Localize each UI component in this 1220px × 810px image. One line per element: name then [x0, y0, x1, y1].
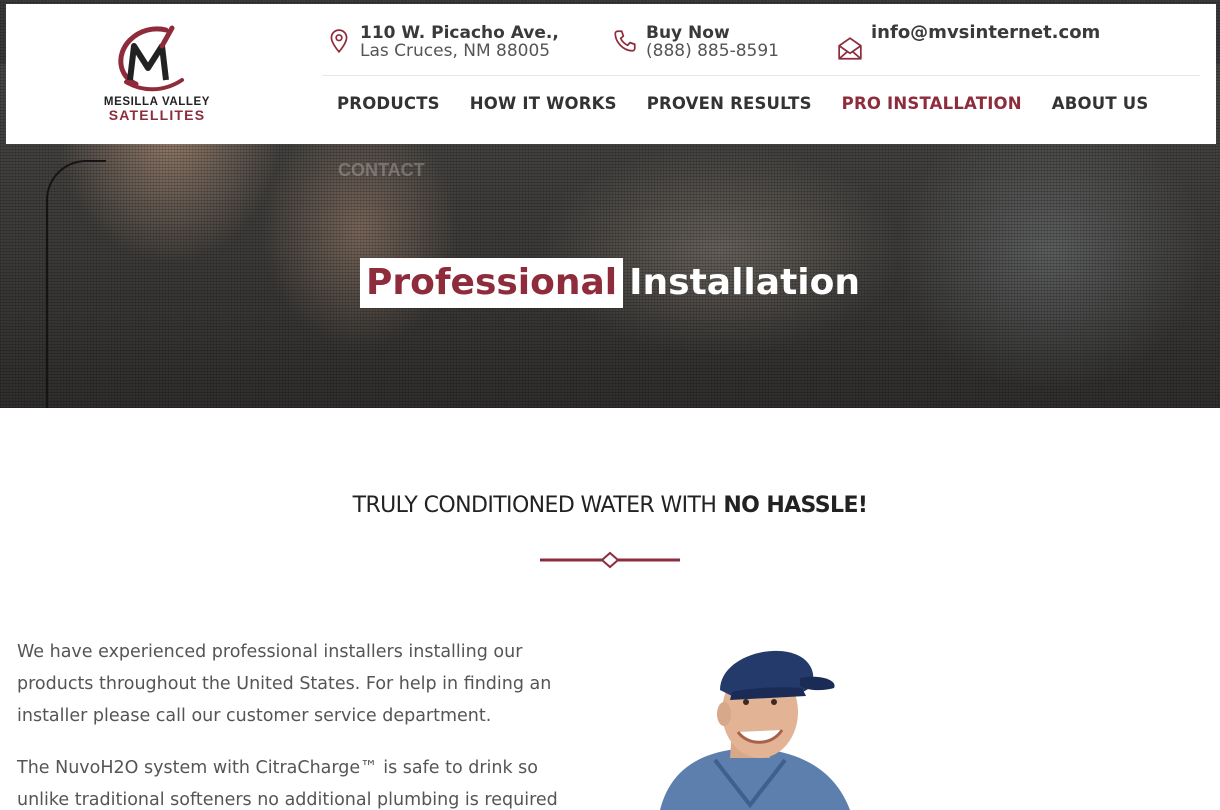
body-text: We have experienced professional install…	[17, 636, 587, 810]
contact-bar: 110 W. Picacho Ave., Las Cruces, NM 8800…	[322, 4, 1200, 76]
address-block[interactable]: 110 W. Picacho Ave., Las Cruces, NM 8800…	[326, 24, 559, 60]
diamond-icon	[600, 551, 620, 569]
map-pin-icon	[330, 29, 348, 54]
email-address[interactable]: info@mvsinternet.com	[871, 24, 1100, 42]
section-heading-bold: NO HASSLE!	[723, 493, 868, 518]
hero-title-rest: Installation	[629, 262, 860, 303]
logo-mark-icon: MESILLA VALLEY SATELLITES	[104, 25, 209, 123]
phone-block[interactable]: Buy Now (888) 885-8591	[612, 24, 779, 60]
nav-item-proven-results[interactable]: PROVEN RESULTS	[647, 94, 812, 113]
section-heading-light: TRULY CONDITIONED WATER WITH	[352, 493, 717, 518]
phone-icon	[614, 30, 636, 52]
nav-item-products[interactable]: PRODUCTS	[337, 94, 440, 113]
nav-item-about-us[interactable]: ABOUT US	[1052, 94, 1149, 113]
email-block[interactable]: info@mvsinternet.com	[837, 24, 1100, 62]
nav-item-how-it-works[interactable]: HOW IT WORKS	[470, 94, 617, 113]
hero-title: Professional Installation	[0, 258, 1220, 308]
main-nav: PRODUCTS HOW IT WORKS PROVEN RESULTS PRO…	[337, 94, 1178, 113]
installer-photo	[660, 650, 850, 810]
paragraph-installers: We have experienced professional install…	[17, 642, 552, 726]
phone-label: Buy Now	[646, 23, 730, 43]
nav-item-pro-installation[interactable]: PRO INSTALLATION	[842, 94, 1022, 113]
section-divider	[540, 551, 680, 569]
address-line1: 110 W. Picacho Ave.,	[360, 23, 559, 43]
nav-overflow-ghost: CONTACT	[338, 160, 425, 180]
site-header: MESILLA VALLEY SATELLITES 110 W. Picacho…	[6, 4, 1216, 144]
envelope-icon	[838, 37, 862, 60]
paragraph-citracharge: The NuvoH2O system with CitraCharge™ is …	[17, 758, 558, 810]
section-heading: TRULY CONDITIONED WATER WITH NO HASSLE!	[0, 493, 1220, 518]
site-logo[interactable]: MESILLA VALLEY SATELLITES	[102, 20, 212, 124]
hero-title-highlight: Professional	[360, 258, 624, 308]
logo-text-bottom: SATELLITES	[109, 107, 206, 123]
phone-number[interactable]: (888) 885-8591	[646, 42, 779, 60]
address-line2: Las Cruces, NM 88005	[360, 41, 551, 61]
